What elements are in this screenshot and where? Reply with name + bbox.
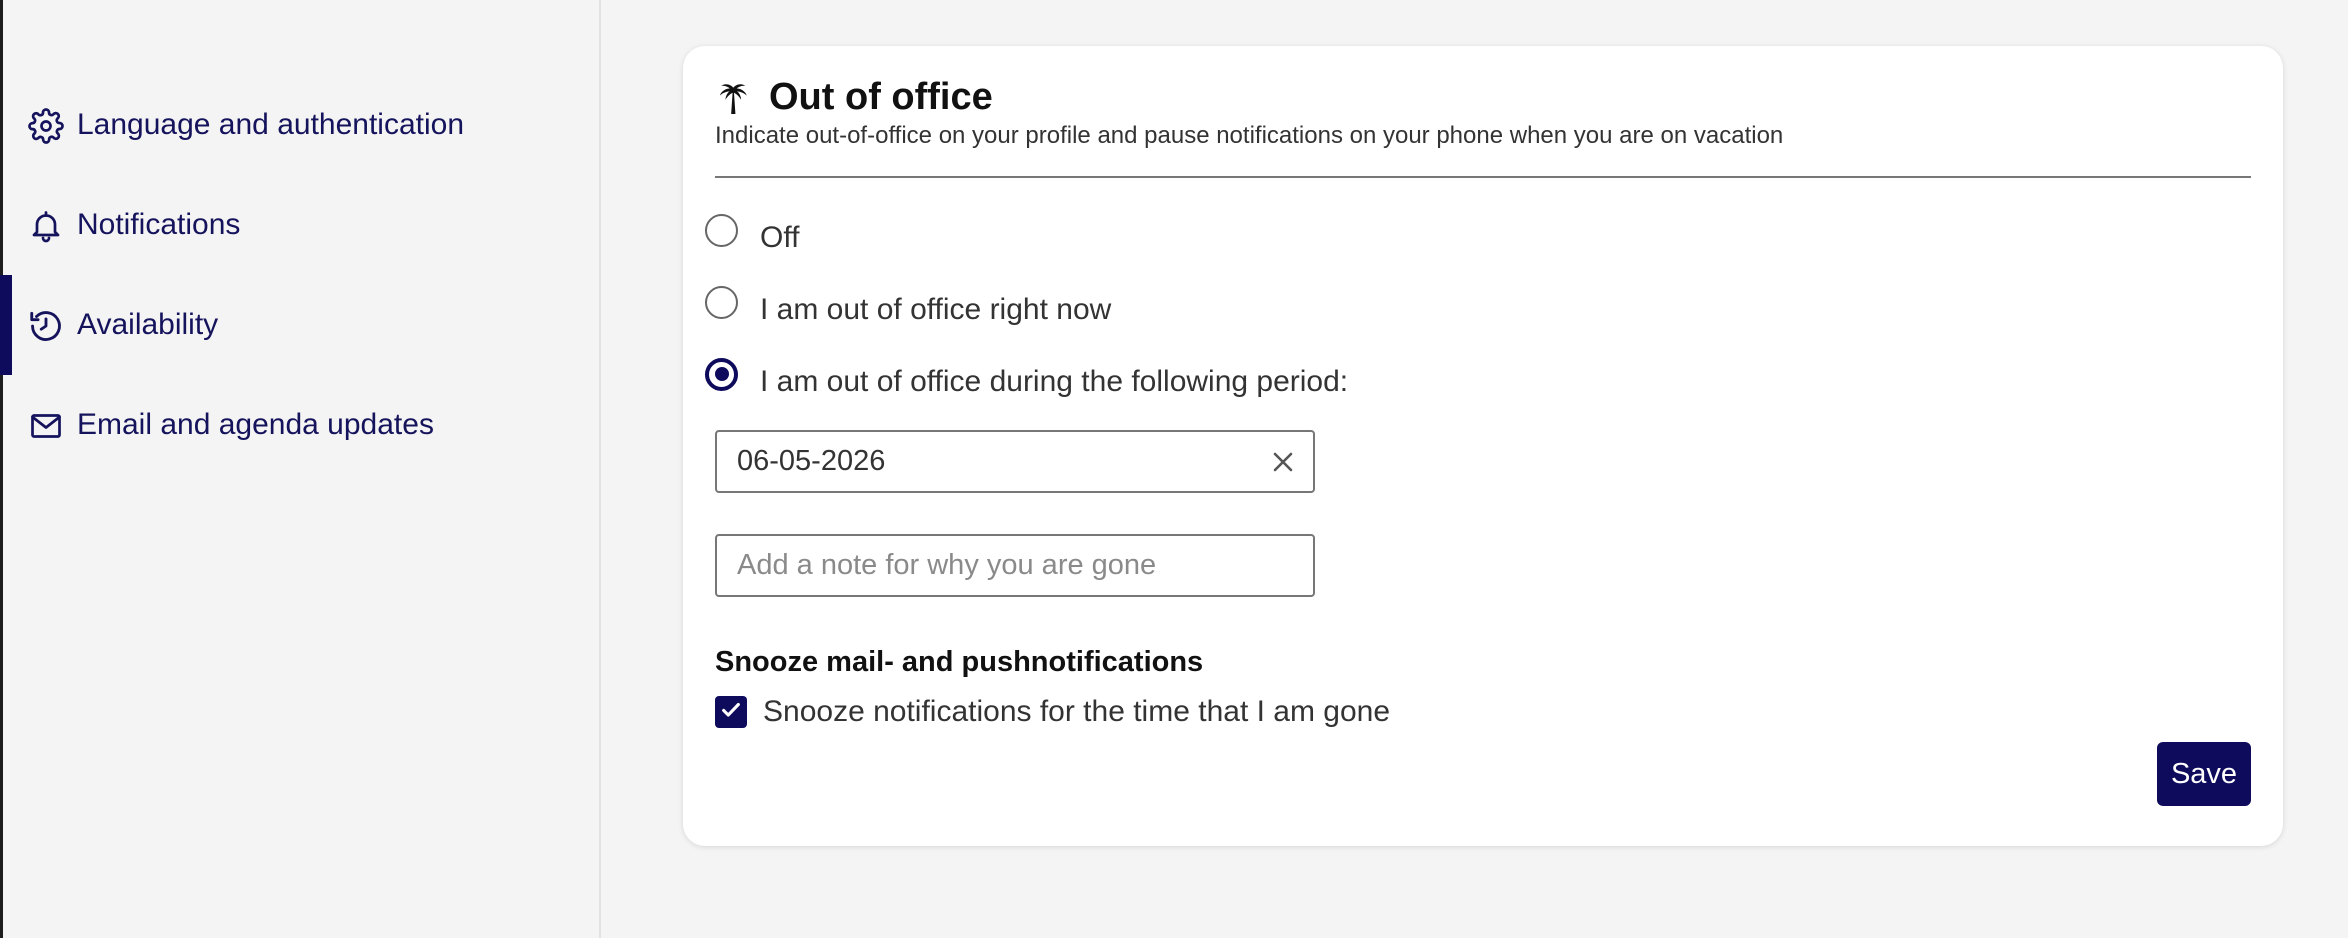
sidebar-item-language[interactable]: Language and authentication — [3, 75, 598, 175]
note-input[interactable] — [737, 536, 1257, 595]
snooze-heading: Snooze mail- and pushnotifications — [715, 646, 1204, 678]
radio-off[interactable] — [705, 213, 738, 247]
save-button[interactable]: Save — [2157, 742, 2251, 806]
card-subtitle: Indicate out-of-office on your profile a… — [715, 122, 1784, 149]
note-field[interactable] — [715, 534, 1315, 597]
page-title: Out of office — [769, 75, 993, 118]
envelope-icon — [27, 407, 65, 445]
radio-option-off[interactable]: Off — [705, 210, 799, 254]
radio-period[interactable] — [705, 357, 738, 391]
snooze-label: Snooze notifications for the time that I… — [763, 695, 1391, 728]
snooze-checkbox[interactable] — [715, 696, 747, 728]
gear-icon — [27, 107, 65, 145]
sidebar-item-label: Notifications — [77, 208, 241, 241]
date-input[interactable] — [737, 432, 1257, 491]
radio-label: I am out of office right now — [760, 293, 1112, 326]
palm-tree-icon — [715, 77, 753, 117]
checkmark-icon — [720, 699, 742, 726]
sidebar-item-availability[interactable]: Availability — [0, 275, 598, 375]
bell-icon — [27, 207, 65, 245]
divider — [715, 176, 2251, 178]
radio-option-now[interactable]: I am out of office right now — [705, 282, 1111, 326]
settings-sidebar: Language and authentication Notification… — [0, 0, 601, 938]
date-range-field[interactable] — [715, 430, 1315, 493]
sidebar-item-notifications[interactable]: Notifications — [3, 175, 598, 275]
radio-label: Off — [760, 221, 800, 254]
close-icon[interactable] — [1267, 446, 1299, 478]
sidebar-item-email-agenda[interactable]: Email and agenda updates — [3, 375, 598, 475]
sidebar-item-label: Availability — [77, 308, 219, 341]
card-header: Out of office — [715, 72, 993, 122]
radio-option-period[interactable]: I am out of office during the following … — [705, 354, 1348, 398]
radio-label: I am out of office during the following … — [760, 365, 1349, 398]
sidebar-item-label: Language and authentication — [77, 108, 465, 141]
sidebar-item-label: Email and agenda updates — [77, 408, 434, 441]
snooze-checkbox-row[interactable]: Snooze notifications for the time that I… — [715, 692, 1390, 732]
history-clock-icon — [27, 307, 65, 345]
out-of-office-card: Out of office Indicate out-of-office on … — [683, 46, 2283, 846]
app-frame: Language and authentication Notification… — [0, 0, 2348, 938]
radio-now[interactable] — [705, 285, 738, 319]
